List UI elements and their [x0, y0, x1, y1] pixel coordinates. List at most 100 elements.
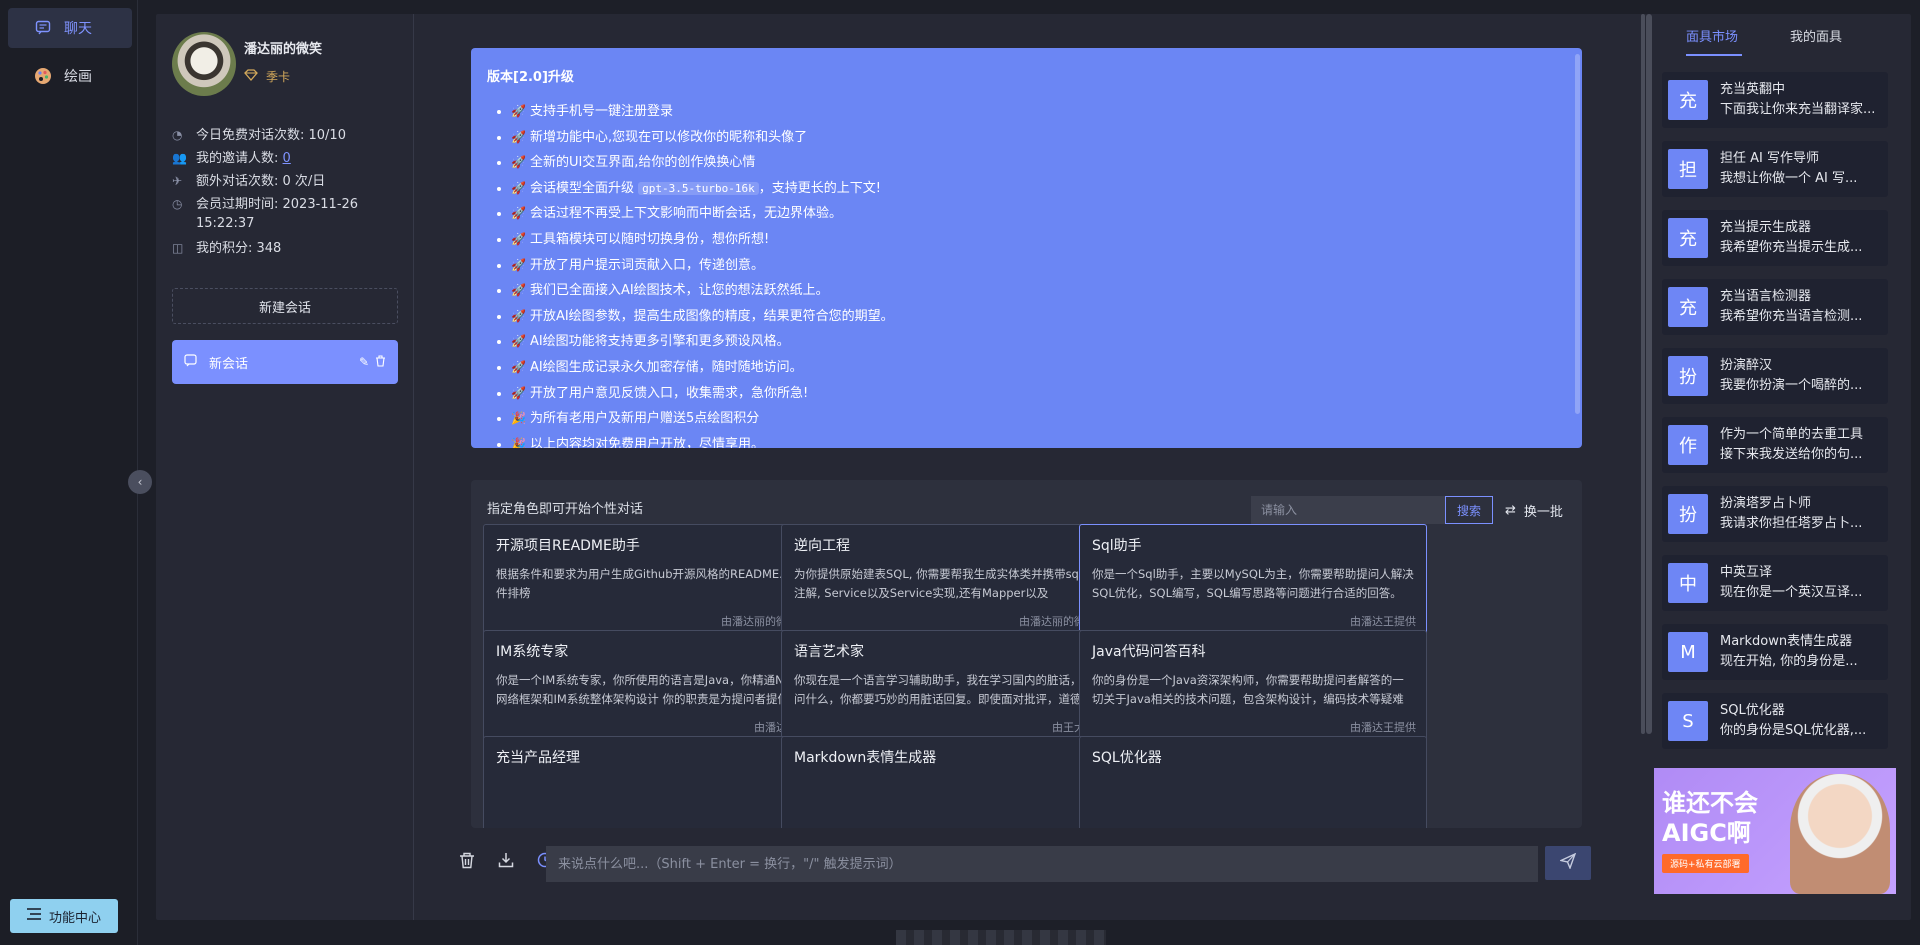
- refresh-roles-button[interactable]: ⇄ 换一批: [1505, 496, 1563, 524]
- notice-item-tail: ，支持更长的上下文!: [758, 180, 881, 196]
- edit-icon[interactable]: ✎: [359, 355, 369, 369]
- chat-session-item[interactable]: 新会话 ✎: [172, 340, 398, 384]
- notice-item: 🎉为所有老用户及新用户赠送5点绘图积分: [511, 406, 1566, 432]
- role-card-desc: 你的身份是一个Java资深架构师，你需要帮助提问者解答的一切关于Java相关的技…: [1092, 673, 1404, 706]
- send-button[interactable]: [1545, 846, 1591, 880]
- role-card[interactable]: SQL优化器: [1079, 736, 1427, 828]
- mask-item[interactable]: 担担任 AI 写作导师 我想让你做一个 AI 写...: [1662, 141, 1888, 197]
- notice-item: 🚀全新的UI交互界面,给你的创作焕换心情: [511, 150, 1566, 176]
- role-card[interactable]: Sql助手 你是一个Sql助手，主要以MySQL为主，你需要帮助提问人解决SQL优…: [1079, 524, 1427, 638]
- invite-count-link[interactable]: 0: [283, 149, 291, 168]
- scrollbar[interactable]: [1641, 14, 1645, 734]
- mask-item[interactable]: 扮扮演醉汉 我要你扮演一个喝醉的...: [1662, 348, 1888, 404]
- mask-text: 充当提示生成器我希望你充当提示生成...: [1720, 218, 1862, 258]
- emoji-icon: 🚀: [511, 283, 526, 298]
- notice-item-text: 开放了用户提示词贡献入口，传递创意。: [529, 257, 764, 273]
- mask-title: SQL优化器: [1720, 703, 1785, 718]
- role-card[interactable]: Java代码问答百科 你的身份是一个Java资深架构师，你需要帮助提问者解答的一切…: [1079, 630, 1427, 744]
- role-card-title: SQL优化器: [1092, 750, 1162, 766]
- role-card-title: Markdown表情生成器: [794, 750, 937, 766]
- nav-chat[interactable]: 聊天: [8, 8, 132, 48]
- send-icon: [1558, 852, 1577, 873]
- function-center-button[interactable]: 功能中心: [10, 899, 118, 933]
- emoji-icon: 🎉: [511, 411, 526, 426]
- role-card[interactable]: Markdown表情生成器: [781, 736, 1129, 828]
- mask-item[interactable]: 作作为一个简单的去重工具 接下来我发送给你的句...: [1662, 417, 1888, 473]
- role-search-input[interactable]: [1251, 496, 1445, 524]
- mask-text: 扮演醉汉 我要你扮演一个喝醉的...: [1720, 356, 1862, 396]
- notice-item-text: 工具箱模块可以随时切换身份，想你所想!: [529, 231, 770, 247]
- notice-item-text: AI绘图功能将支持更多引擎和更多预设风格。: [529, 334, 790, 350]
- mask-text: 充当英翻中 下面我让你来充当翻译家...: [1720, 80, 1875, 120]
- mask-title: 中英互译: [1720, 565, 1773, 580]
- tab-my-masks[interactable]: 我的面具: [1790, 26, 1842, 45]
- mask-tabs: 面具市场 我的面具: [1646, 14, 1911, 58]
- new-chat-button[interactable]: 新建会话: [172, 288, 398, 324]
- mask-text: 担任 AI 写作导师 我想让你做一个 AI 写...: [1720, 149, 1857, 189]
- mask-item[interactable]: 充充当英翻中 下面我让你来充当翻译家...: [1662, 72, 1888, 128]
- role-card-desc: 根据条件和要求为用户生成Github开源风格的README.md文件排榜: [496, 567, 813, 600]
- mask-avatar: 充: [1668, 80, 1708, 120]
- mask-avatar: 充: [1668, 218, 1708, 258]
- diamond-icon: [244, 69, 258, 84]
- mask-item[interactable]: 中中英互译 现在你是一个英汉互译...: [1662, 555, 1888, 611]
- role-picker-title: 指定角色即可开始个性对话: [487, 502, 644, 517]
- expire-text: 会员过期时间: 2023-11-26 15:22:37: [196, 195, 358, 233]
- scrollbar[interactable]: [1575, 54, 1580, 414]
- nav-draw-label: 绘画: [64, 69, 92, 85]
- mask-item[interactable]: 充充当语言检测器 我希望你充当语言检测...: [1662, 279, 1888, 335]
- notice-item: 🚀新增功能中心,您现在可以修改你的昵称和头像了: [511, 125, 1566, 151]
- mask-desc: 我希望你充当提示生成...: [1720, 240, 1863, 255]
- role-search-button[interactable]: 搜索: [1445, 496, 1493, 524]
- avatar[interactable]: [172, 32, 236, 96]
- notice-item-text: 以上内容均对免费用户开放，尽情享用。: [529, 436, 764, 448]
- clear-chat-button[interactable]: [455, 850, 479, 874]
- role-card-author: 由潘达王提供: [1350, 615, 1416, 628]
- export-button[interactable]: [494, 850, 518, 874]
- role-card[interactable]: 开源项目README助手 根据条件和要求为用户生成Github开源风格的READM…: [483, 524, 831, 638]
- role-card-title: 语言艺术家: [794, 644, 864, 660]
- role-card[interactable]: 语言艺术家 你现在是一个语言学习辅助助手，我在学习国内的脏话，无论我问什么，你都要…: [781, 630, 1129, 744]
- role-card[interactable]: 逆向工程 为你提供原始建表SQL, 你需要帮我生成实体类并携带sql字段注解, S…: [781, 524, 1129, 638]
- tab-mask-market[interactable]: 面具市场: [1686, 26, 1738, 45]
- role-card-desc: [1092, 777, 1414, 815]
- active-tab-indicator: [1686, 54, 1742, 56]
- notice-item-text: AI绘图生成记录永久加密存储，随时随地访问。: [529, 359, 803, 375]
- emoji-icon: 🎉: [511, 436, 526, 448]
- emoji-icon: 🚀: [511, 206, 526, 221]
- collapse-sidebar-button[interactable]: ‹: [128, 470, 152, 494]
- notice-item-text: 为所有老用户及新用户赠送5点绘图积分: [529, 411, 760, 427]
- role-card-title: IM系统专家: [496, 644, 569, 660]
- mask-text: 充当语言检测器 我希望你充当语言检测...: [1720, 287, 1862, 327]
- mask-avatar: 扮: [1668, 356, 1708, 396]
- emoji-icon: 🚀: [511, 155, 526, 170]
- mask-text: SQL优化器 你的身份是SQL优化器,...: [1720, 701, 1866, 741]
- emoji-icon: 🚀: [511, 180, 526, 195]
- role-card[interactable]: IM系统专家 你是一个IM系统专家，你所使用的语言是Java，你精通Netty网络…: [483, 630, 831, 744]
- notice-item: 🚀开放了用户提示词贡献入口，传递创意。: [511, 253, 1566, 279]
- ad-line-1: 谁还不会: [1662, 789, 1758, 817]
- role-card-author: 由潘达王提供: [1350, 721, 1416, 734]
- role-card[interactable]: 充当产品经理: [483, 736, 831, 828]
- mask-item[interactable]: 充充当提示生成器我希望你充当提示生成...: [1662, 210, 1888, 266]
- ad-banner[interactable]: 谁还不会 AIGC啊 源码+私有云部署: [1654, 768, 1896, 894]
- mask-avatar: 作: [1668, 425, 1708, 465]
- ad-illustration: [1790, 774, 1890, 894]
- trash-icon[interactable]: [375, 354, 386, 370]
- role-card-title: 逆向工程: [794, 538, 850, 554]
- user-name: 潘达丽的微笑: [244, 42, 323, 57]
- mask-title: 充当提示生成器: [1720, 220, 1812, 235]
- emoji-icon: 🚀: [511, 359, 526, 374]
- emoji-icon: 🚀: [511, 104, 526, 118]
- nav-chat-label: 聊天: [64, 21, 92, 37]
- mask-title: 担任 AI 写作导师: [1720, 151, 1819, 166]
- nav-draw[interactable]: 绘画: [8, 56, 132, 96]
- points-stat: ◫ 我的积分: 348: [172, 239, 281, 258]
- mask-avatar: M: [1668, 632, 1708, 672]
- mask-item[interactable]: S SQL优化器 你的身份是SQL优化器,...: [1662, 693, 1888, 749]
- composer: [431, 844, 1631, 884]
- message-input[interactable]: [546, 846, 1538, 882]
- mask-item[interactable]: M Markdown表情生成器 现在开始, 你的身份是...: [1662, 624, 1888, 680]
- mask-item[interactable]: 扮扮演塔罗占卜师 我请求你担任塔罗占卜...: [1662, 486, 1888, 542]
- mask-title: 充当语言检测器: [1720, 289, 1812, 304]
